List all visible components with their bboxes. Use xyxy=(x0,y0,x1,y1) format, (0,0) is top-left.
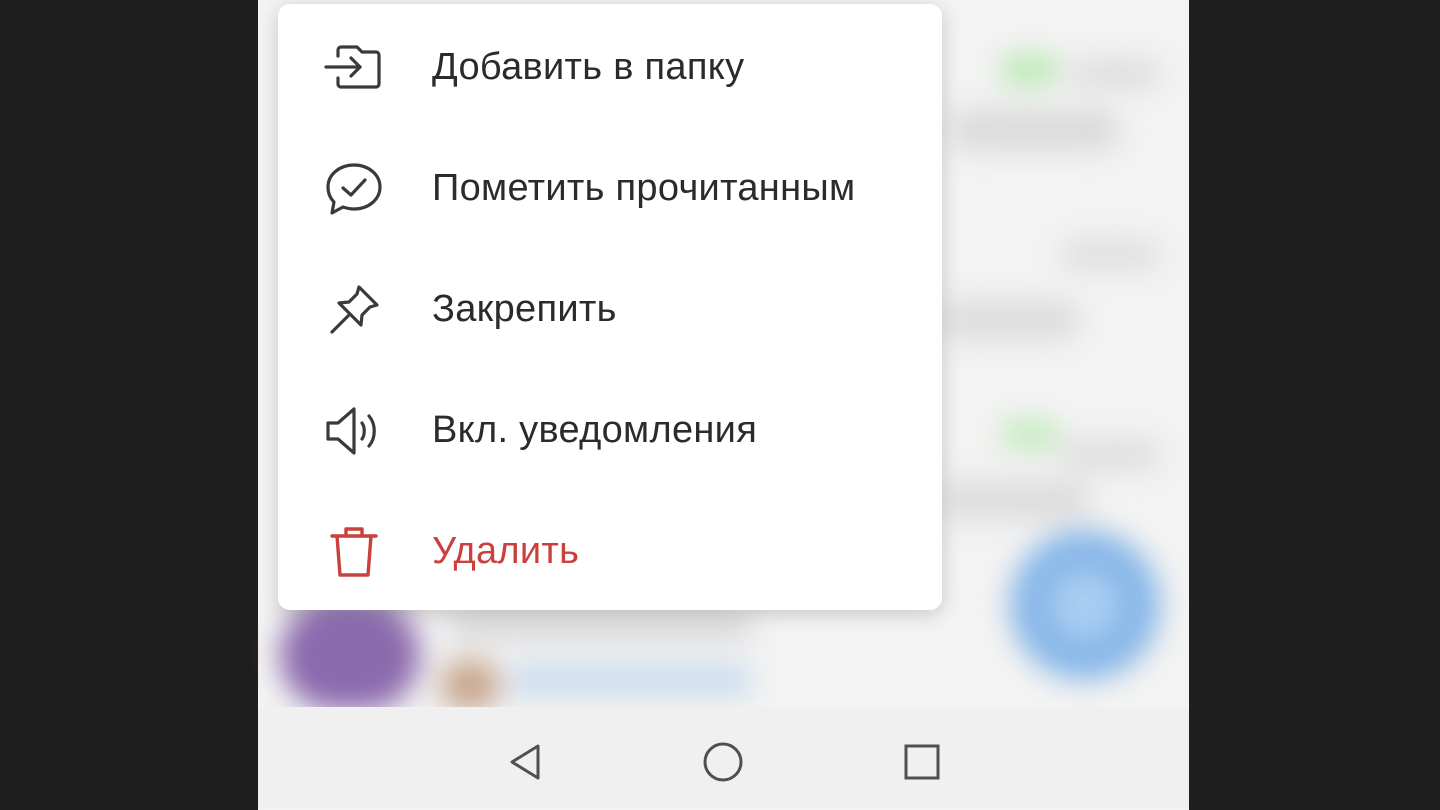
menu-item-enable-notifications[interactable]: Вкл. уведомления xyxy=(278,370,942,491)
back-icon xyxy=(510,744,540,780)
unread-badge-blur xyxy=(1000,420,1060,450)
menu-item-label: Удалить xyxy=(432,530,580,572)
home-icon xyxy=(703,742,743,782)
chat-preview-blur xyxy=(940,480,1090,520)
mark-read-icon xyxy=(324,159,384,219)
menu-item-mark-read[interactable]: Пометить прочитанным xyxy=(278,128,942,249)
chat-preview-blur xyxy=(940,300,1080,340)
avatar xyxy=(440,660,500,710)
compose-fab-icon xyxy=(1050,570,1120,640)
avatar xyxy=(280,600,420,710)
menu-item-add-to-folder[interactable]: Добавить в папку xyxy=(278,7,942,128)
chat-preview-blur xyxy=(510,665,750,695)
unread-badge-blur xyxy=(1000,55,1060,85)
add-to-folder-icon xyxy=(324,38,384,98)
chat-time-blur xyxy=(1060,440,1160,470)
menu-item-label: Закрепить xyxy=(432,288,617,330)
chat-time-blur xyxy=(1060,240,1160,270)
back-button[interactable] xyxy=(496,732,556,792)
chat-preview-blur xyxy=(950,110,1120,150)
chat-context-menu: Добавить в папку Пометить прочитанным За… xyxy=(278,4,942,610)
menu-item-delete[interactable]: Удалить xyxy=(278,491,942,612)
recents-icon xyxy=(904,744,940,780)
trash-icon xyxy=(324,522,384,582)
menu-item-label: Вкл. уведомления xyxy=(432,409,758,451)
system-navigation-bar xyxy=(258,707,1189,807)
recents-button[interactable] xyxy=(892,732,952,792)
chat-time-blur xyxy=(1070,60,1160,88)
menu-item-label: Пометить прочитанным xyxy=(432,167,856,209)
menu-item-label: Добавить в папку xyxy=(432,46,745,88)
chat-title-blur xyxy=(450,610,750,640)
speaker-icon xyxy=(324,401,384,461)
menu-item-pin[interactable]: Закрепить xyxy=(278,249,942,370)
pin-icon xyxy=(324,280,384,340)
home-button[interactable] xyxy=(693,732,753,792)
